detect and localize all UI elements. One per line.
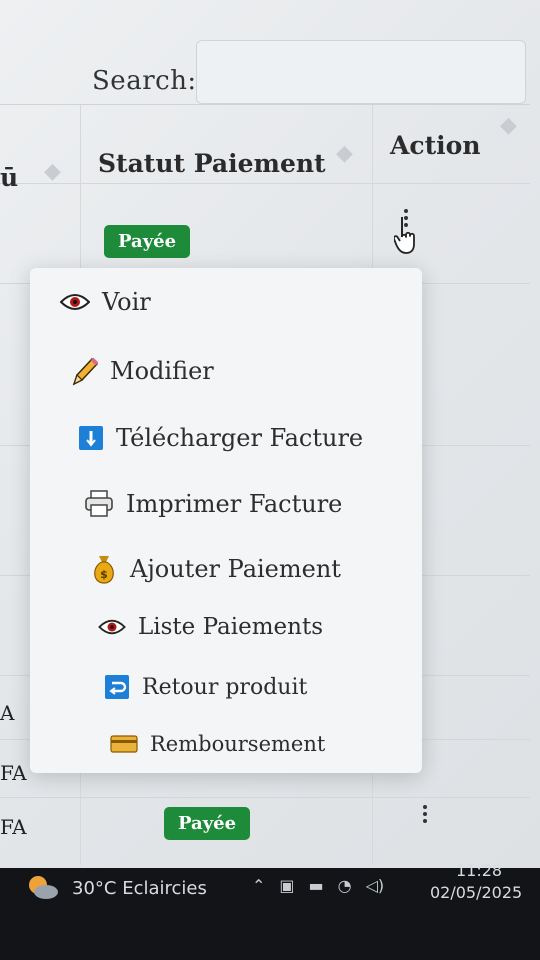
menu-item-label: Imprimer Facture [126, 490, 343, 518]
column-header-statut-paiement[interactable]: Statut Paiement [98, 149, 326, 178]
menu-item-label: Modifier [110, 357, 214, 385]
menu-item-label: Retour produit [142, 674, 308, 700]
cell-text: A [0, 701, 15, 725]
app-screen: Search: ū ◆ Statut Paiement ◆ Action ◆ P… [0, 0, 540, 868]
eye-icon [60, 292, 90, 312]
clock-time[interactable]: 11:28 [456, 861, 502, 880]
money-bag-icon: $ [90, 554, 118, 584]
pencil-icon [70, 356, 98, 386]
menu-item-label: Voir [102, 288, 151, 316]
return-icon [104, 674, 130, 700]
menu-item-imprimer-facture[interactable]: Imprimer Facture [84, 490, 342, 518]
weather-icon[interactable] [26, 874, 60, 906]
row-actions-dropdown: Voir Modifier Télécharger Facture Imprim… [30, 268, 422, 773]
row-divider [0, 797, 530, 798]
row-actions-button[interactable] [423, 805, 427, 826]
sort-icon[interactable]: ◆ [500, 113, 517, 138]
cell-text: FA [0, 761, 27, 785]
battery-icon[interactable]: ▬ [309, 876, 324, 895]
cell-text: FA [0, 815, 27, 839]
menu-item-remboursement[interactable]: Remboursement [110, 732, 325, 756]
status-badge: Payée [104, 225, 191, 258]
menu-item-modifier[interactable]: Modifier [70, 356, 214, 386]
svg-text:$: $ [100, 568, 108, 581]
row-divider [0, 183, 530, 184]
speaker-icon[interactable]: ◁) [366, 876, 385, 895]
menu-item-label: Télécharger Facture [116, 424, 364, 452]
eye-icon [98, 618, 126, 636]
search-input[interactable] [196, 40, 526, 104]
menu-item-voir[interactable]: Voir [60, 288, 151, 316]
download-icon [78, 425, 104, 451]
search-label: Search: [92, 66, 197, 96]
wifi-icon[interactable]: ◔ [338, 876, 352, 895]
column-header-action[interactable]: Action [390, 131, 481, 160]
column-header-partial[interactable]: ū [0, 163, 18, 192]
menu-item-ajouter-paiement[interactable]: $ Ajouter Paiement [90, 554, 341, 584]
status-badge: Payée [164, 807, 251, 840]
sort-icon[interactable]: ◆ [336, 141, 353, 166]
chevron-up-icon[interactable]: ⌃ [252, 876, 265, 895]
hand-cursor-icon [392, 215, 420, 259]
printer-icon [84, 490, 114, 518]
credit-card-icon [110, 734, 138, 754]
menu-item-telecharger-facture[interactable]: Télécharger Facture [78, 424, 363, 452]
sort-icon[interactable]: ◆ [44, 159, 61, 184]
menu-item-retour-produit[interactable]: Retour produit [104, 674, 307, 700]
tablet-icon[interactable]: ▣ [279, 876, 294, 895]
clock-date[interactable]: 02/05/2025 [430, 883, 522, 902]
menu-item-label: Ajouter Paiement [130, 555, 341, 583]
taskbar: 30°C Eclaircies ⌃ ▣ ▬ ◔ ◁) 11:28 02/05/2… [0, 861, 540, 960]
menu-item-label: Liste Paiements [138, 614, 323, 640]
menu-item-liste-paiements[interactable]: Liste Paiements [98, 614, 323, 640]
menu-item-label: Remboursement [150, 732, 326, 756]
system-tray: ⌃ ▣ ▬ ◔ ◁) [252, 876, 384, 895]
weather-text[interactable]: 30°C Eclaircies [72, 878, 207, 899]
